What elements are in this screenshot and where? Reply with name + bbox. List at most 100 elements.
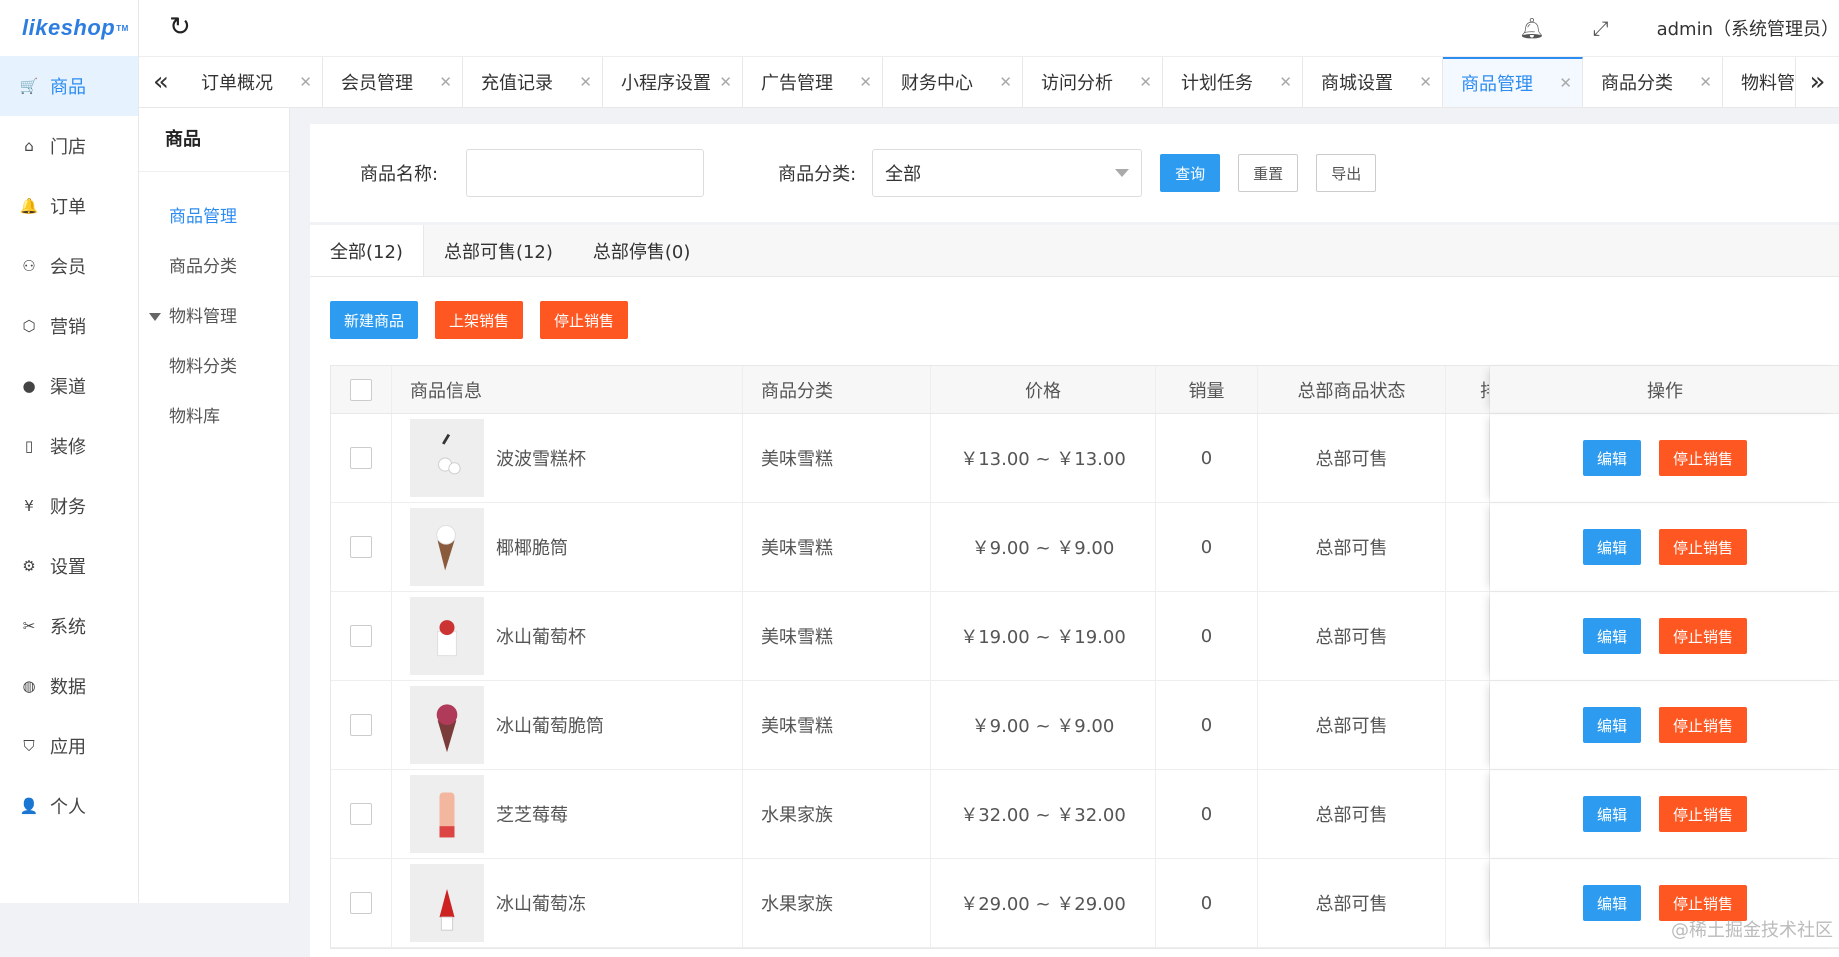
stop-sale-row-button[interactable]: 停止销售 [1659,618,1747,654]
edit-button[interactable]: 编辑 [1583,618,1641,654]
sidebar-item-4[interactable]: ⬡营销 [0,296,138,356]
tabs-scroll-right-icon[interactable]: » [1795,57,1839,107]
stop-sale-row-button[interactable]: 停止销售 [1659,707,1747,743]
close-icon[interactable]: ✕ [299,73,312,91]
edit-button[interactable]: 编辑 [1583,529,1641,565]
sidebar-item-10[interactable]: ◍数据 [0,656,138,716]
stop-sale-row-button[interactable]: 停止销售 [1659,529,1747,565]
user-icon: ⚇ [20,257,38,275]
row-checkbox[interactable] [350,625,372,647]
close-icon[interactable]: ✕ [439,73,452,91]
close-icon[interactable]: ✕ [859,73,872,91]
row-extra-cell [1446,859,1490,947]
sidebar-item-11[interactable]: ⛉应用 [0,716,138,776]
product-info-cell: 波波雪糕杯 [392,414,743,502]
stop-sale-button[interactable]: 停止销售 [540,301,628,339]
status-tab-1[interactable]: 总部可售(12) [424,225,573,276]
user-menu[interactable]: admin（系统管理员） [1657,15,1839,41]
edit-button[interactable]: 编辑 [1583,440,1641,476]
tabs-scroll-left-icon[interactable]: « [139,57,183,107]
row-checkbox-cell [331,503,392,591]
new-product-button[interactable]: 新建商品 [330,301,418,339]
category-select[interactable]: 全部 [872,149,1142,197]
sidebar-item-8[interactable]: ⚙设置 [0,536,138,596]
subnav-item-4[interactable]: 物料库 [139,392,289,442]
on-sale-button[interactable]: 上架销售 [435,301,523,339]
subnav-item-2[interactable]: 物料管理 [139,292,289,342]
main-sidebar: likeshopTM 🛒商品⌂门店🔔订单⚇会员⬡营销●渠道▯装修¥财务⚙设置✂系… [0,0,139,903]
edit-button[interactable]: 编辑 [1583,707,1641,743]
sidebar-item-0[interactable]: 🛒商品 [0,56,138,116]
tab-6[interactable]: 访问分析✕ [1023,57,1163,107]
tab-8[interactable]: 商城设置✕ [1303,57,1443,107]
product-name-input[interactable] [466,149,704,197]
close-icon[interactable]: ✕ [1699,73,1712,91]
edit-button[interactable]: 编辑 [1583,885,1641,921]
tab-7[interactable]: 计划任务✕ [1163,57,1303,107]
tab-5[interactable]: 财务中心✕ [883,57,1023,107]
sidebar-item-6[interactable]: ▯装修 [0,416,138,476]
close-icon[interactable]: ✕ [719,73,732,91]
subnav-item-3[interactable]: 物料分类 [139,342,289,392]
select-all-checkbox[interactable] [350,379,372,401]
tab-4[interactable]: 广告管理✕ [743,57,883,107]
product-table: 商品信息 商品分类 价格 销量 总部商品状态 排 操作 波波雪糕杯 美味雪糕 ￥… [330,365,1839,949]
close-icon[interactable]: ✕ [1139,73,1152,91]
sidebar-item-label: 财务 [50,493,86,519]
subnav-title: 商品 [139,108,289,172]
reset-button[interactable]: 重置 [1238,154,1298,192]
stop-sale-row-button[interactable]: 停止销售 [1659,440,1747,476]
stop-sale-row-button[interactable]: 停止销售 [1659,796,1747,832]
tab-10[interactable]: 商品分类✕ [1583,57,1723,107]
bell-icon: 🔔 [20,197,38,215]
row-checkbox[interactable] [350,803,372,825]
query-button[interactable]: 查询 [1160,154,1220,192]
close-icon[interactable]: ✕ [579,73,592,91]
row-checkbox[interactable] [350,536,372,558]
tab-3[interactable]: 小程序设置 ✕ [603,57,743,107]
gear-icon: ⚙ [20,557,38,575]
product-category: 美味雪糕 [743,503,931,591]
tab-label: 商品管理 [1461,70,1533,96]
header-price: 价格 [931,366,1156,413]
tab-2[interactable]: 充值记录✕ [463,57,603,107]
sidebar-item-12[interactable]: 👤个人 [0,776,138,836]
sidebar-item-5[interactable]: ●渠道 [0,356,138,416]
edit-button[interactable]: 编辑 [1583,796,1641,832]
tab-1[interactable]: 会员管理✕ [323,57,463,107]
row-checkbox-cell [331,681,392,769]
sidebar-item-1[interactable]: ⌂门店 [0,116,138,176]
product-thumbnail [410,775,484,853]
product-sales: 0 [1156,592,1258,680]
logo-tm: TM [116,24,129,33]
close-icon[interactable]: ✕ [1419,73,1432,91]
export-button[interactable]: 导出 [1316,154,1376,192]
row-checkbox-cell [331,414,392,502]
sidebar-item-2[interactable]: 🔔订单 [0,176,138,236]
refresh-icon[interactable]: ↻ [169,12,191,42]
close-icon[interactable]: ✕ [999,73,1012,91]
table-row: 冰山葡萄脆筒 美味雪糕 ￥9.00 ~ ￥9.00 0 总部可售 编辑 停止销售 [331,681,1839,770]
notification-bell-icon[interactable]: 🔔︎ [1519,16,1544,40]
sidebar-item-9[interactable]: ✂系统 [0,596,138,656]
tab-0[interactable]: 订单概况✕ [183,57,323,107]
row-checkbox[interactable] [350,447,372,469]
tab-9[interactable]: 商品管理 ✕ [1443,57,1583,107]
globe-icon: ◍ [20,677,38,695]
sidebar-item-3[interactable]: ⚇会员 [0,236,138,296]
status-tab-0[interactable]: 全部(12) [310,225,424,276]
close-icon[interactable]: ✕ [1279,73,1292,91]
app-logo[interactable]: likeshopTM [0,0,138,56]
header-sales: 销量 [1156,366,1258,413]
sidebar-item-7[interactable]: ¥财务 [0,476,138,536]
row-extra-cell [1446,592,1490,680]
watermark: @稀土掘金技术社区 [1671,916,1833,942]
row-checkbox[interactable] [350,892,372,914]
fullscreen-icon[interactable]: ⤢ [1593,16,1609,40]
close-icon[interactable]: ✕ [1559,74,1572,92]
subnav-item-1[interactable]: 商品分类 [139,242,289,292]
status-tab-2[interactable]: 总部停售(0) [573,225,711,276]
tab-label: 小程序设置 [621,69,711,95]
row-checkbox[interactable] [350,714,372,736]
subnav-item-0[interactable]: 商品管理 [139,192,289,242]
